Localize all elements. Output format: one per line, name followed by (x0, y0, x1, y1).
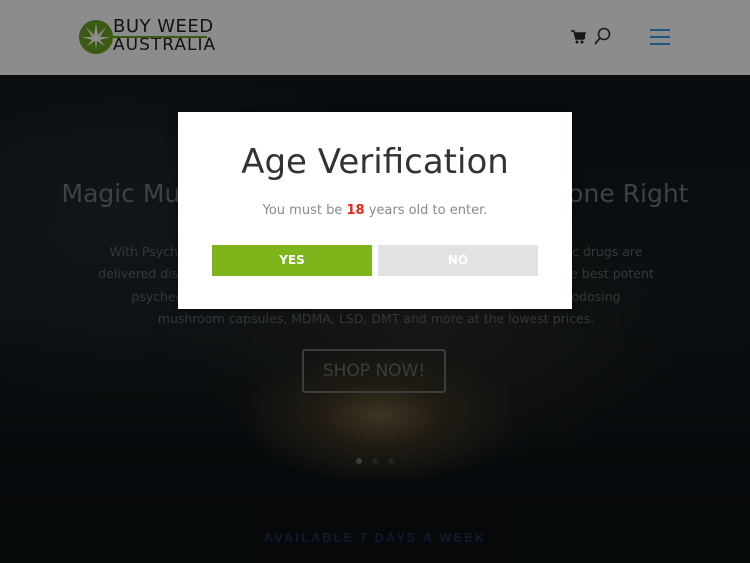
age-message-suffix: years old to enter. (364, 203, 488, 218)
modal-title: Age Verification (241, 142, 509, 182)
no-button[interactable]: NO (378, 245, 538, 276)
minimum-age: 18 (346, 203, 365, 218)
yes-button[interactable]: YES (212, 245, 372, 276)
age-message: You must be 18 years old to enter. (178, 203, 572, 218)
age-verification-modal: Age Verification You must be 18 years ol… (178, 112, 572, 309)
age-message-prefix: You must be (262, 203, 347, 218)
